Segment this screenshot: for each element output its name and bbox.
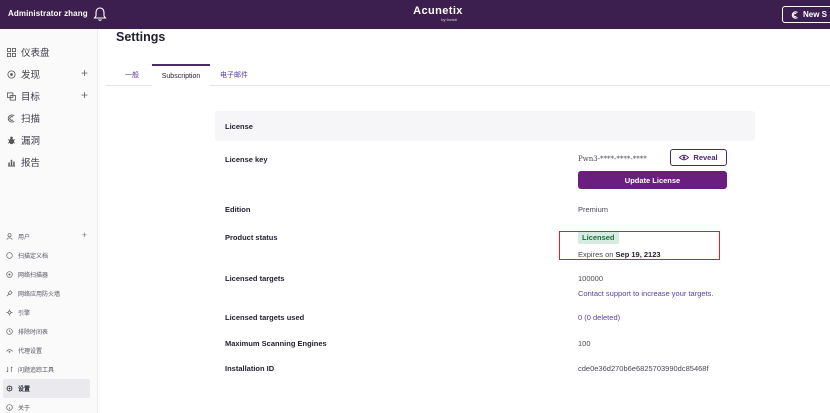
sidebar: 仪表盘 发现 + 目标 + 扫描 漏洞 报告 用户 + 扫描定义档 网络扫描器 …	[0, 29, 98, 413]
sidebar-item-waf[interactable]: 网络应用防火墙	[0, 284, 98, 303]
sidebar-item-label: 报告	[21, 158, 41, 169]
engines-icon	[6, 309, 13, 316]
sidebar-item-label: 目标	[21, 92, 41, 103]
sidebar-item-label: 漏洞	[21, 136, 41, 147]
sidebar-item-settings[interactable]: 设置	[3, 379, 90, 398]
contact-support-link[interactable]: Contact support to increase your targets…	[578, 289, 714, 298]
tab-email[interactable]: 电子邮件	[216, 64, 252, 86]
waf-icon	[6, 290, 13, 297]
sidebar-item-label: 扫描定义档	[18, 254, 49, 260]
sidebar-item-engines[interactable]: 引擎	[0, 303, 98, 322]
sidebar-item-label: 网络应用防火墙	[18, 292, 61, 298]
page-title: Settings	[116, 30, 166, 44]
sidebar-item-scans[interactable]: 扫描	[0, 107, 98, 129]
sidebar-item-vulnerabilities[interactable]: 漏洞	[0, 129, 98, 151]
sidebar-item-dashboard[interactable]: 仪表盘	[0, 41, 98, 63]
sidebar-item-discovery[interactable]: 发现 +	[0, 63, 98, 85]
targets-icon	[6, 91, 16, 101]
top-bar: Administrator zhang Acunetix by Invicti …	[0, 0, 830, 29]
add-user-icon[interactable]: +	[82, 231, 87, 240]
sidebar-item-reports[interactable]: 报告	[0, 151, 98, 173]
update-license-button[interactable]: Update License	[578, 171, 727, 189]
sidebar-item-proxy[interactable]: 代理设置	[0, 341, 98, 360]
dashboard-icon	[6, 47, 16, 57]
product-status-label: Product status	[225, 233, 278, 242]
discovery-icon	[6, 69, 16, 79]
add-discovery-icon[interactable]: +	[81, 67, 88, 79]
targets-used-value[interactable]: 0 (0 deleted)	[578, 313, 620, 322]
max-engines-value: 100	[578, 339, 591, 348]
sidebar-item-label: 排除时间表	[18, 330, 49, 336]
sidebar-item-label: 代理设置	[18, 349, 43, 355]
sidebar-item-issue-tracker[interactable]: 问题追踪工具	[0, 360, 98, 379]
targets-used-label: Licensed targets used	[225, 313, 305, 322]
scan-profiles-icon	[6, 252, 13, 259]
settings-icon	[6, 385, 13, 392]
users-icon	[6, 233, 13, 240]
logo-subtitle: by Invicti	[441, 17, 457, 22]
license-key-label: License key	[225, 155, 268, 164]
sidebar-item-users[interactable]: 用户 +	[0, 227, 98, 246]
acunetix-logo: Acunetix by Invicti	[408, 5, 468, 22]
scans-icon	[6, 113, 16, 123]
settings-tabs: 一般 Subscription 电子邮件	[106, 64, 830, 87]
license-key-value: Pwn3-****-****-****	[578, 155, 647, 163]
logo-name: Acunetix	[413, 5, 463, 17]
sidebar-item-label: 关于	[18, 406, 31, 412]
licensed-targets-label: Licensed targets	[225, 274, 285, 283]
sidebar-item-label: 问题追踪工具	[18, 368, 55, 374]
edition-value: Premium	[578, 205, 609, 214]
sidebar-item-label: 网络扫描器	[18, 273, 49, 279]
reports-icon	[6, 157, 16, 167]
status-highlight-annotation	[559, 231, 720, 260]
sidebar-item-targets[interactable]: 目标 +	[0, 85, 98, 107]
reveal-license-button[interactable]: Reveal	[670, 149, 727, 166]
notifications-bell-icon[interactable]	[93, 6, 107, 22]
sidebar-settings-nav: 用户 + 扫描定义档 网络扫描器 网络应用防火墙 引擎 排除时间表 代理设置 问…	[0, 227, 98, 413]
licensed-targets-value: 100000	[578, 274, 604, 283]
edition-label: Edition	[225, 205, 251, 214]
license-card-header: License	[215, 111, 755, 141]
tab-general[interactable]: 一般	[122, 64, 142, 86]
sidebar-item-label: 发现	[21, 70, 41, 81]
sidebar-item-label: 仪表盘	[21, 48, 50, 59]
issue-tracker-icon	[6, 366, 13, 373]
current-user[interactable]: Administrator zhang	[8, 9, 88, 18]
installation-id-label: Installation ID	[225, 364, 275, 373]
vulnerabilities-icon	[6, 135, 16, 145]
max-engines-label: Maximum Scanning Engines	[225, 339, 327, 348]
scan-icon	[791, 10, 798, 19]
excluded-hours-icon	[6, 328, 13, 335]
sidebar-item-excluded-hours[interactable]: 排除时间表	[0, 322, 98, 341]
new-scan-button[interactable]: New S	[782, 6, 830, 23]
installation-id-value: cde0e36d270b6e6825703990dc85468f	[578, 364, 709, 373]
sidebar-item-label: 扫描	[21, 114, 41, 125]
new-scan-label: New S	[803, 10, 828, 19]
sidebar-main-nav: 仪表盘 发现 + 目标 + 扫描 漏洞 报告	[0, 41, 98, 173]
proxy-icon	[6, 347, 13, 354]
sidebar-item-label: 用户	[18, 235, 31, 241]
sidebar-item-label: 引擎	[18, 311, 31, 317]
sidebar-item-network-scanner[interactable]: 网络扫描器	[0, 265, 98, 284]
license-header-title: License	[225, 122, 253, 131]
add-target-icon[interactable]: +	[81, 89, 88, 101]
sidebar-item-label: 设置	[18, 387, 31, 393]
network-scanner-icon	[6, 271, 13, 278]
sidebar-item-about[interactable]: 关于	[0, 398, 98, 413]
tab-subscription[interactable]: Subscription	[152, 64, 210, 87]
reveal-label: Reveal	[693, 153, 718, 162]
sidebar-item-scan-profiles[interactable]: 扫描定义档	[0, 246, 98, 265]
about-icon	[6, 404, 13, 411]
eye-icon	[679, 154, 690, 161]
